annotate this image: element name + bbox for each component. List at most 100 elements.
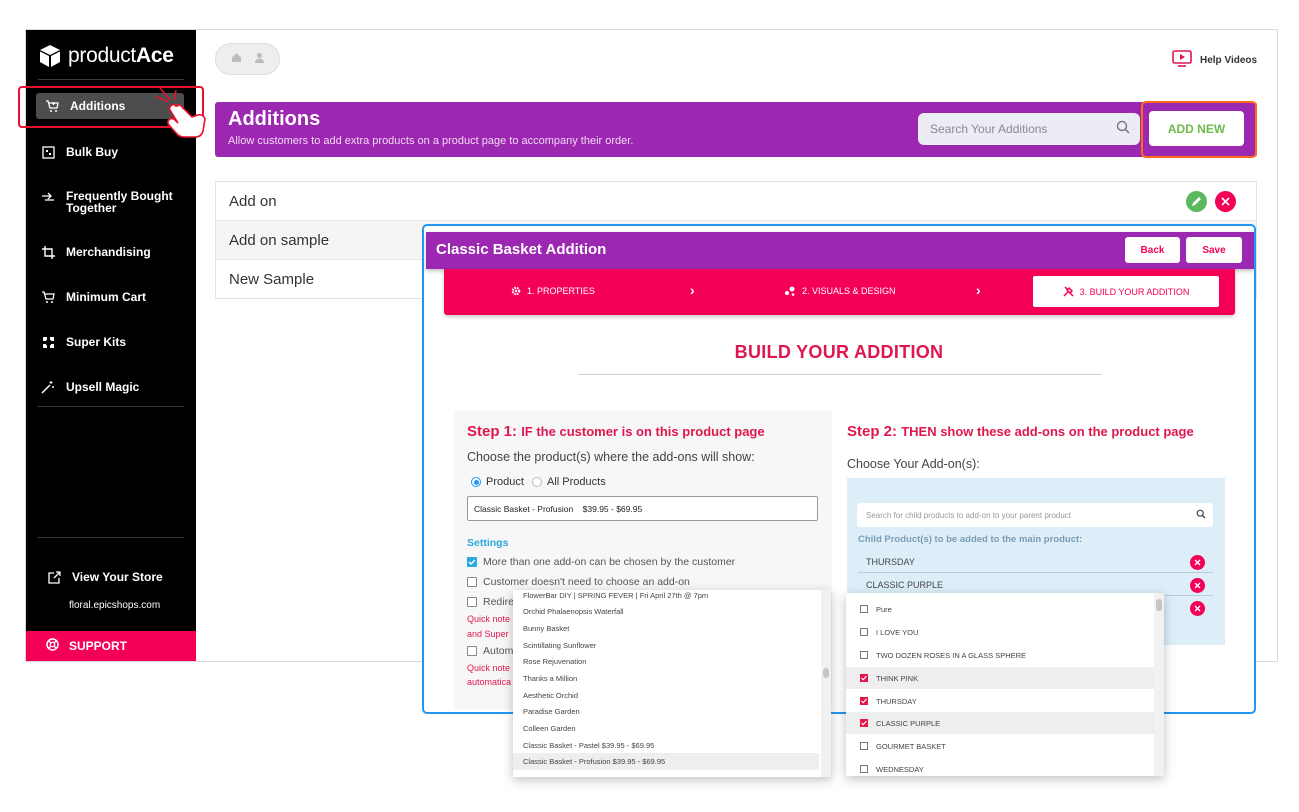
product-select[interactable]: Classic Basket - Profusion $39.95 - $69.… [467, 496, 818, 521]
child-search-input[interactable] [864, 509, 1184, 521]
radio-label: All Products [547, 476, 606, 488]
dropdown-option[interactable]: Scintillating Sunflower [513, 637, 819, 654]
checkbox[interactable] [860, 742, 868, 750]
page-subtitle: Allow customers to add extra products on… [228, 135, 634, 147]
checkbox-automatic[interactable]: Autom [467, 645, 513, 657]
modal-title: Classic Basket Addition [436, 241, 607, 258]
cube-logo-icon [40, 45, 60, 67]
addon-option-label: THURSDAY [876, 696, 917, 706]
sidebar-item-minimum-cart[interactable]: Minimum Cart [40, 289, 186, 305]
build-heading: BUILD YOUR ADDITION [734, 342, 944, 362]
add-new-button[interactable]: ADD NEW [1149, 111, 1244, 146]
sidebar-item-upsell-magic[interactable]: Upsell Magic [40, 379, 186, 395]
store-url[interactable]: floral.epicshops.com [69, 600, 160, 611]
sidebar-divider [38, 537, 184, 538]
addon-dropdown[interactable]: Pure I LOVE YOU TWO DOZEN ROSES IN A GLA… [846, 593, 1164, 776]
sidebar-divider [38, 79, 184, 80]
checkbox[interactable] [860, 651, 868, 659]
radio-dot[interactable] [532, 477, 542, 487]
search-icon[interactable] [1116, 120, 1130, 139]
scrollbar[interactable] [1154, 593, 1164, 776]
addon-option[interactable]: THURSDAY [846, 690, 1154, 712]
list-item[interactable]: Add on [216, 182, 1256, 221]
home-icon[interactable] [231, 50, 242, 68]
dropdown-option[interactable]: Rose Rejuvenation [513, 653, 819, 670]
scrollbar-thumb[interactable] [823, 668, 829, 678]
dropdown-option[interactable]: Bunny Basket [513, 620, 819, 637]
checkbox[interactable] [860, 605, 868, 613]
radio-dot[interactable] [471, 477, 481, 487]
dropdown-option[interactable]: Thanks a Million [513, 670, 819, 687]
checkbox-optional-addon[interactable]: Customer doesn't need to choose an add-o… [467, 576, 690, 588]
quick-note: automatica [467, 677, 512, 687]
edit-button[interactable] [1186, 191, 1207, 212]
dropdown-option[interactable]: Classic Basket - Pastel $39.95 - $69.95 [513, 737, 819, 754]
radio-all-products[interactable]: All Products [532, 476, 606, 488]
checkbox-multiple-addons[interactable]: More than one add-on can be chosen by th… [467, 556, 735, 568]
addon-option[interactable]: Pure [846, 598, 1154, 620]
checkbox[interactable] [467, 557, 477, 567]
tab-properties[interactable]: 1. PROPERTIES [511, 286, 595, 296]
checkbox[interactable] [860, 765, 868, 773]
save-button[interactable]: Save [1186, 237, 1242, 263]
remove-child-button[interactable] [1190, 555, 1205, 570]
checkbox[interactable] [467, 646, 477, 656]
view-store-link[interactable]: View Your Store [46, 569, 192, 585]
dropdown-option[interactable]: Aesthetic Orchid [513, 687, 819, 704]
dropdown-option[interactable]: Orchid Phalaenopsis Waterfall [513, 603, 819, 620]
close-icon [1194, 605, 1201, 612]
scrollbar-thumb[interactable] [1156, 599, 1162, 611]
checkbox-checked[interactable] [860, 674, 868, 682]
tools-icon [1063, 286, 1074, 297]
tab-build-addition[interactable]: 3. BUILD YOUR ADDITION [1033, 276, 1219, 307]
video-play-icon [1172, 50, 1192, 70]
dropdown-option[interactable]: Paradise Garden [513, 703, 819, 720]
checkbox-checked[interactable] [860, 697, 868, 705]
product-dropdown[interactable]: FlowerBar DIY | SPRING FEVER | Fri April… [513, 590, 831, 777]
addon-option-label: GOURMET BASKET [876, 741, 946, 751]
checkbox[interactable] [860, 628, 868, 636]
dropdown-option[interactable]: FlowerBar DIY | SPRING FEVER | Fri April… [513, 590, 819, 604]
tab-visuals[interactable]: 2. VISUALS & DESIGN [784, 286, 896, 296]
scrollbar[interactable] [821, 590, 831, 777]
remove-child-button[interactable] [1190, 601, 1205, 616]
dropdown-option[interactable]: Colleen Garden [513, 720, 819, 737]
sidebar-item-frequently-bought[interactable]: Frequently Bought Together [40, 190, 186, 214]
shapes-icon [785, 286, 795, 296]
addon-option[interactable]: WEDNESDAY [846, 758, 1154, 776]
search-additions[interactable] [918, 113, 1140, 145]
support-button[interactable]: SUPPORT [26, 631, 196, 661]
chevron-right-icon: › [690, 282, 695, 298]
help-videos-link[interactable]: Help Videos [1172, 50, 1257, 70]
sidebar-item-bulk-buy[interactable]: Bulk Buy [40, 144, 186, 160]
radio-product[interactable]: Product [471, 476, 524, 488]
remove-child-button[interactable] [1190, 578, 1205, 593]
pencil-icon [1192, 197, 1201, 206]
tab-label: 2. VISUALS & DESIGN [802, 286, 896, 296]
child-product-search[interactable] [857, 503, 1213, 527]
checkbox-redirect[interactable]: Redire [467, 596, 514, 608]
addon-option[interactable]: I LOVE YOU [846, 621, 1154, 643]
addon-option[interactable]: CLASSIC PURPLE [846, 712, 1154, 734]
search-icon[interactable] [1196, 506, 1206, 524]
search-input[interactable] [928, 121, 1098, 137]
checkbox-label: Customer doesn't need to choose an add-o… [483, 576, 690, 588]
addon-option[interactable]: TWO DOZEN ROSES IN A GLASS SPHERE [846, 644, 1154, 666]
addon-option[interactable]: THINK PINK [846, 667, 1154, 689]
breadcrumb [215, 43, 280, 75]
user-icon[interactable] [254, 50, 265, 68]
sidebar-item-super-kits[interactable]: Super Kits [40, 334, 186, 350]
radio-label: Product [486, 476, 524, 488]
child-product-label: THURSDAY [866, 556, 915, 567]
dropdown-option-selected[interactable]: Classic Basket - Profusion $39.95 - $69.… [513, 753, 819, 770]
checkbox-checked[interactable] [860, 719, 868, 727]
back-button[interactable]: Back [1125, 237, 1180, 263]
checkbox[interactable] [467, 577, 477, 587]
sidebar-item-merchandising[interactable]: Merchandising [40, 244, 186, 260]
addon-option-label: CLASSIC PURPLE [876, 718, 941, 728]
child-product-row: THURSDAY [858, 551, 1213, 573]
addon-option[interactable]: GOURMET BASKET [846, 735, 1154, 757]
checkbox[interactable] [467, 597, 477, 607]
step1-label: Choose the product(s) where the add-ons … [467, 450, 755, 464]
delete-button[interactable] [1215, 191, 1236, 212]
